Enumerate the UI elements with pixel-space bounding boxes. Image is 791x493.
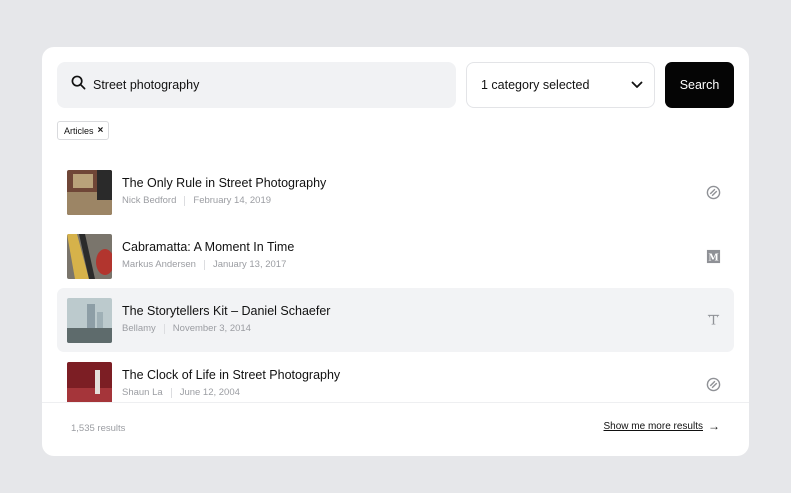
list-item[interactable]: Cabramatta: A Moment In Time Markus Ande… bbox=[57, 224, 734, 288]
show-more-results-link[interactable]: Show me more results → bbox=[604, 420, 720, 432]
list-item[interactable]: The Clock of Life in Street Photography … bbox=[57, 352, 734, 402]
divider bbox=[184, 195, 186, 206]
list-item[interactable]: The Only Rule in Street Photography Nick… bbox=[57, 160, 734, 224]
result-title[interactable]: Cabramatta: A Moment In Time bbox=[122, 240, 294, 254]
close-icon[interactable]: × bbox=[98, 125, 104, 136]
search-icon bbox=[71, 75, 86, 95]
medium-logo-icon: M bbox=[705, 248, 721, 264]
results-footer: 1,535 results Show me more results → bbox=[42, 402, 749, 456]
result-author: Markus Andersen bbox=[122, 259, 196, 270]
category-dropdown-label: 1 category selected bbox=[481, 78, 590, 92]
result-date: November 3, 2014 bbox=[172, 323, 251, 334]
squarespace-logo-icon bbox=[705, 376, 721, 392]
result-date: February 14, 2019 bbox=[193, 195, 272, 206]
result-title[interactable]: The Only Rule in Street Photography bbox=[122, 176, 326, 190]
article-thumbnail bbox=[67, 170, 112, 215]
svg-text:T: T bbox=[709, 314, 718, 328]
article-thumbnail bbox=[67, 298, 112, 343]
result-author: Bellamy bbox=[122, 323, 156, 334]
divider bbox=[163, 323, 165, 334]
show-more-label: Show me more results bbox=[603, 420, 703, 432]
article-thumbnail bbox=[67, 234, 112, 279]
nytimes-logo-icon: T bbox=[705, 312, 721, 328]
search-field[interactable] bbox=[57, 62, 456, 108]
search-button[interactable]: Search bbox=[665, 62, 734, 108]
svg-text:M: M bbox=[708, 252, 718, 263]
divider bbox=[203, 259, 205, 270]
search-bar: 1 category selected Search bbox=[57, 62, 734, 108]
search-input[interactable] bbox=[93, 78, 423, 92]
category-dropdown[interactable]: 1 category selected bbox=[466, 62, 655, 108]
result-meta: Markus Andersen January 13, 2017 bbox=[122, 259, 286, 270]
result-title[interactable]: The Clock of Life in Street Photography bbox=[122, 368, 340, 382]
arrow-right-icon: → bbox=[708, 419, 720, 433]
squarespace-logo-icon bbox=[705, 184, 721, 200]
filter-tag-articles[interactable]: Articles × bbox=[57, 121, 110, 140]
chevron-down-icon bbox=[631, 78, 643, 92]
list-item[interactable]: The Storytellers Kit – Daniel Schaefer B… bbox=[57, 288, 734, 352]
result-date: January 13, 2017 bbox=[212, 259, 287, 270]
filter-tag-label: Articles bbox=[64, 125, 94, 136]
article-thumbnail bbox=[67, 362, 112, 402]
result-author: Nick Bedford bbox=[122, 195, 177, 206]
results-count: 1,535 results bbox=[71, 423, 126, 434]
divider bbox=[170, 387, 172, 398]
result-author: Shaun La bbox=[122, 387, 163, 398]
result-title[interactable]: The Storytellers Kit – Daniel Schaefer bbox=[122, 304, 330, 318]
results-list: The Only Rule in Street Photography Nick… bbox=[57, 160, 734, 402]
result-date: June 12, 2004 bbox=[179, 387, 240, 398]
result-meta: Bellamy November 3, 2014 bbox=[122, 323, 251, 334]
result-meta: Nick Bedford February 14, 2019 bbox=[122, 195, 271, 206]
search-card: 1 category selected Search Articles × bbox=[42, 47, 749, 456]
result-meta: Shaun La June 12, 2004 bbox=[122, 387, 240, 398]
